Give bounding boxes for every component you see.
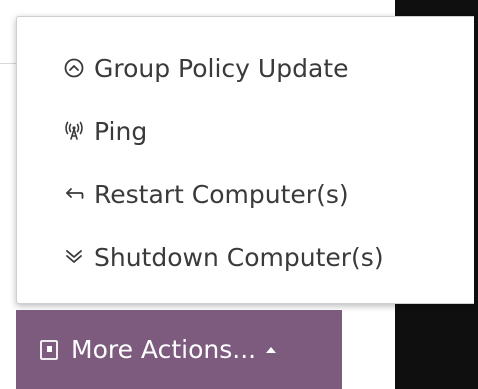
more-actions-label: More Actions... (71, 335, 257, 364)
menu-item-shutdown-computers[interactable]: Shutdown Computer(s) (63, 235, 384, 279)
menu-item-label: Restart Computer(s) (94, 179, 349, 209)
caret-up-icon (266, 346, 277, 353)
page: Group Policy Update Ping Restart Compute… (0, 0, 478, 389)
divider (0, 63, 16, 64)
circle-chevron-up-icon (63, 57, 85, 79)
double-chevron-down-icon (63, 246, 85, 268)
menu-item-label: Ping (94, 116, 148, 146)
menu-item-restart-computers[interactable]: Restart Computer(s) (63, 172, 349, 216)
more-actions-dropdown-menu: Group Policy Update Ping Restart Compute… (16, 16, 474, 304)
menu-item-label: Group Policy Update (94, 53, 349, 83)
restart-arrow-icon (63, 183, 85, 205)
document-icon (39, 339, 59, 361)
menu-item-label: Shutdown Computer(s) (94, 242, 384, 272)
menu-item-group-policy-update[interactable]: Group Policy Update (63, 46, 348, 90)
menu-item-ping[interactable]: Ping (63, 109, 147, 153)
more-actions-button[interactable]: More Actions... (16, 310, 342, 389)
broadcast-tower-icon (63, 120, 85, 142)
